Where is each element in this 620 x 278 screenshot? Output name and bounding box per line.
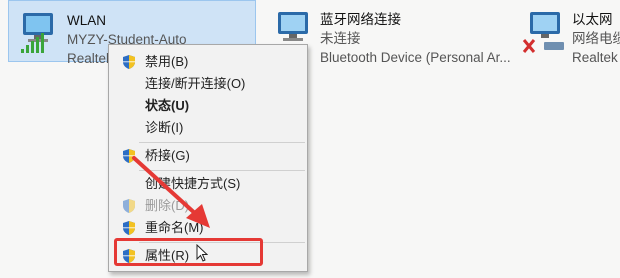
adapter-status: 未连接 [320, 31, 361, 46]
adapter-ethernet[interactable]: 以太网 网络电缆 Realtek [514, 0, 620, 66]
menu-item-disable[interactable]: 禁用(B) [109, 51, 307, 73]
menu-separator [139, 142, 305, 143]
annotation-highlight-box [114, 238, 263, 266]
adapter-name: 以太网 [572, 12, 613, 27]
menu-item-status[interactable]: 状态(U) [109, 95, 307, 117]
adapter-device: Realtek [572, 50, 618, 65]
adapter-name: WLAN [67, 13, 107, 28]
uac-shield-icon [123, 55, 135, 69]
menu-item-label: 禁用(B) [145, 54, 189, 69]
adapter-bluetooth-text: 蓝牙网络连接 未连接 Bluetooth Device (Personal Ar… [320, 10, 511, 67]
menu-item-label: 状态(U) [145, 98, 190, 113]
adapter-name: 蓝牙网络连接 [320, 12, 401, 27]
adapter-device: Bluetooth Device (Personal Ar... [320, 50, 511, 65]
wifi-signal-icon [21, 13, 53, 53]
adapter-status: 网络电缆 [572, 31, 620, 46]
ethernet-disconnected-icon [522, 12, 564, 53]
annotation-arrow [132, 156, 210, 228]
mouse-cursor-icon [196, 244, 208, 262]
menu-item-diagnose[interactable]: 诊断(I) [109, 117, 307, 139]
menu-item-label: 连接/断开连接(O) [145, 76, 246, 91]
adapter-ethernet-text: 以太网 网络电缆 Realtek [572, 10, 620, 67]
menu-item-connect-disconnect[interactable]: 连接/断开连接(O) [109, 73, 307, 95]
menu-item-label: 诊断(I) [145, 120, 184, 135]
